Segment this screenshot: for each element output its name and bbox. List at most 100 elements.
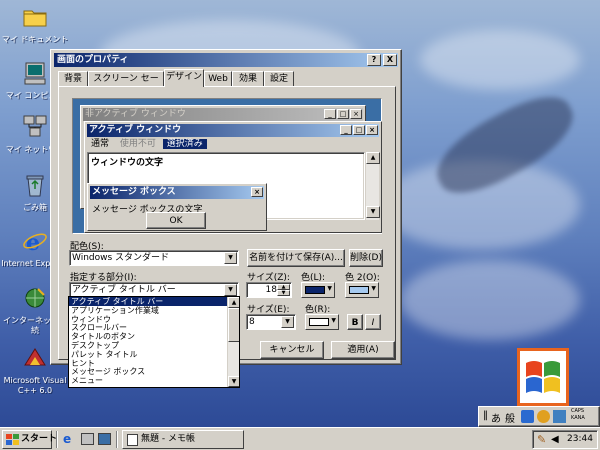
connect-icon <box>25 288 45 308</box>
item-value: アクティブ タイトル バー <box>72 285 176 295</box>
task-notepad-label: 無題 - メモ帳 <box>141 434 195 444</box>
folder-icon <box>23 10 47 27</box>
maximize-icon: □ <box>353 125 365 135</box>
dialog-title: 画面のプロパティ <box>57 55 129 65</box>
dialog-titlebar[interactable]: 画面のプロパティ ? X <box>54 53 398 67</box>
tab-screensaver[interactable]: スクリーン セーバー <box>88 71 164 98</box>
preview-msgbox-titlebar: メッセージ ボックス × <box>90 186 264 199</box>
close-button[interactable]: X <box>383 54 397 66</box>
scroll-thumb[interactable] <box>228 308 239 342</box>
ime-caps-label: CAPS <box>571 408 585 414</box>
preview-menu-selected: 選択済み <box>162 139 207 149</box>
quicklaunch-desktop-icon[interactable] <box>98 433 111 445</box>
item-option[interactable]: デスクトップ <box>69 341 239 350</box>
preview-menu-normal: 通常 <box>91 139 110 149</box>
close-icon: × <box>350 109 362 119</box>
minimize-icon: _ <box>324 109 336 119</box>
quicklaunch-ie-icon[interactable]: e <box>63 432 77 446</box>
tab-settings[interactable]: 設定 <box>264 71 294 86</box>
item-option[interactable]: メニュー <box>69 376 239 385</box>
desktop-icon-my-documents[interactable]: マイ ドキュメント <box>0 4 70 45</box>
delete-button[interactable]: 削除(D) <box>349 249 383 267</box>
dropdown-scrollbar[interactable]: ▲ ▼ <box>227 297 239 387</box>
cloud <box>420 30 580 90</box>
preview-inactive-titlebar: 非アクティブ ウィンドウ _ □ × <box>83 108 363 121</box>
item-option[interactable]: アクティブ タイトル バー <box>69 297 239 306</box>
system-tray: ✎ ◀ 23:44 <box>532 430 598 449</box>
item-option[interactable]: パレット タイトル <box>69 350 239 359</box>
size-value-1: 18 <box>265 285 277 295</box>
preview-inactive-title: 非アクティブ ウィンドウ <box>85 109 186 119</box>
apply-button[interactable]: 適用(A) <box>331 341 395 359</box>
svg-text:e: e <box>26 230 40 254</box>
italic-button[interactable]: I <box>365 314 381 330</box>
preview-ok-button: OK <box>146 212 206 229</box>
item-option[interactable]: アプリケーション作業域 <box>69 306 239 315</box>
start-button[interactable]: スタート <box>2 430 57 449</box>
ime-tool-icon[interactable] <box>553 410 566 423</box>
maximize-icon: □ <box>337 109 349 119</box>
color2-picker[interactable]: ▼ <box>345 282 379 298</box>
item-option[interactable]: メッセージ ボックス <box>69 367 239 376</box>
font-size-select[interactable]: 8 ▼ <box>246 314 296 330</box>
tab-appearance[interactable]: デザイン <box>164 69 204 87</box>
ime-handle-icon[interactable]: ‖ <box>483 410 488 421</box>
visual-cpp-icon <box>24 348 46 366</box>
quicklaunch-outlook-icon[interactable] <box>81 433 94 445</box>
appearance-preview[interactable]: 非アクティブ ウィンドウ _ □ × アクティブ ウィンドウ _ □ × 通常 … <box>72 98 382 234</box>
scheme-select[interactable]: Windows スタンダード ▼ <box>69 250 239 266</box>
ime-caps-indicator: CAPS KANA <box>571 408 585 422</box>
preview-message-box: メッセージ ボックス × メッセージ ボックスの文字 OK <box>87 183 267 231</box>
chevron-down-icon: ▼ <box>331 317 336 324</box>
clock[interactable]: 23:44 <box>567 434 593 444</box>
help-button[interactable]: ? <box>367 54 381 66</box>
save-as-button[interactable]: 名前を付けて保存(A)... <box>247 249 345 267</box>
font-color-swatch <box>309 318 329 326</box>
close-icon: × <box>251 187 263 197</box>
ime-toolbar: ‖ あ 般 CAPS KANA <box>478 406 600 427</box>
minimize-icon: _ <box>340 125 352 135</box>
network-icon <box>23 115 47 137</box>
preview-window-text: ウィンドウの文字 <box>91 158 164 168</box>
item-option[interactable]: ヒント <box>69 359 239 368</box>
tab-background[interactable]: 背景 <box>58 71 88 86</box>
computer-icon <box>24 62 46 85</box>
scheme-value: Windows スタンダード <box>72 253 170 263</box>
item-dropdown-list[interactable]: アクティブ タイトル バー アプリケーション作業域 ウィンドウ スクロールバー … <box>68 296 240 388</box>
ime-tray-icon[interactable]: ✎ <box>537 433 546 446</box>
task-notepad-button[interactable]: 無題 - メモ帳 <box>122 430 244 449</box>
preview-menubar: 通常 使用不可 選択済み <box>87 138 207 150</box>
bold-button[interactable]: B <box>347 314 363 330</box>
ime-mode-button[interactable]: あ <box>491 410 501 425</box>
item-option[interactable]: ウィンドウ <box>69 315 239 324</box>
color1-picker[interactable]: ▼ <box>301 282 335 298</box>
ime-help-icon[interactable] <box>537 410 550 423</box>
scroll-down-icon: ▼ <box>366 206 380 218</box>
color2-swatch <box>349 286 369 294</box>
font-color-picker[interactable]: ▼ <box>305 314 339 330</box>
ime-pad-icon[interactable] <box>521 410 534 423</box>
item-option[interactable]: タイトルのボタン <box>69 332 239 341</box>
chevron-down-icon[interactable]: ▼ <box>224 284 237 296</box>
chevron-down-icon[interactable]: ▼ <box>224 252 237 264</box>
spin-down-icon[interactable]: ▼ <box>277 290 290 296</box>
scroll-up-icon[interactable]: ▲ <box>228 297 239 308</box>
start-label: スタート <box>21 434 58 444</box>
chevron-down-icon: ▼ <box>327 285 332 292</box>
chevron-down-icon[interactable]: ▼ <box>281 316 294 328</box>
internet-explorer-icon: e <box>23 230 47 256</box>
item-option[interactable]: スクロールバー <box>69 323 239 332</box>
notepad-icon <box>127 434 138 446</box>
tab-web[interactable]: Web <box>204 71 232 86</box>
ime-kanji-button[interactable]: 般 <box>505 410 515 425</box>
tab-effects[interactable]: 効果 <box>232 71 264 86</box>
size-spinner-1[interactable]: 18 ▲ ▼ <box>246 282 292 298</box>
size-value-2: 8 <box>249 317 255 327</box>
taskbar-separator <box>56 431 58 448</box>
chevron-down-icon: ▼ <box>371 285 376 292</box>
taskbar-separator <box>116 431 118 448</box>
volume-icon[interactable]: ◀ <box>551 434 559 445</box>
windows-start-icon <box>6 434 19 445</box>
cancel-button[interactable]: キャンセル <box>260 341 324 359</box>
scroll-down-icon[interactable]: ▼ <box>228 376 239 387</box>
